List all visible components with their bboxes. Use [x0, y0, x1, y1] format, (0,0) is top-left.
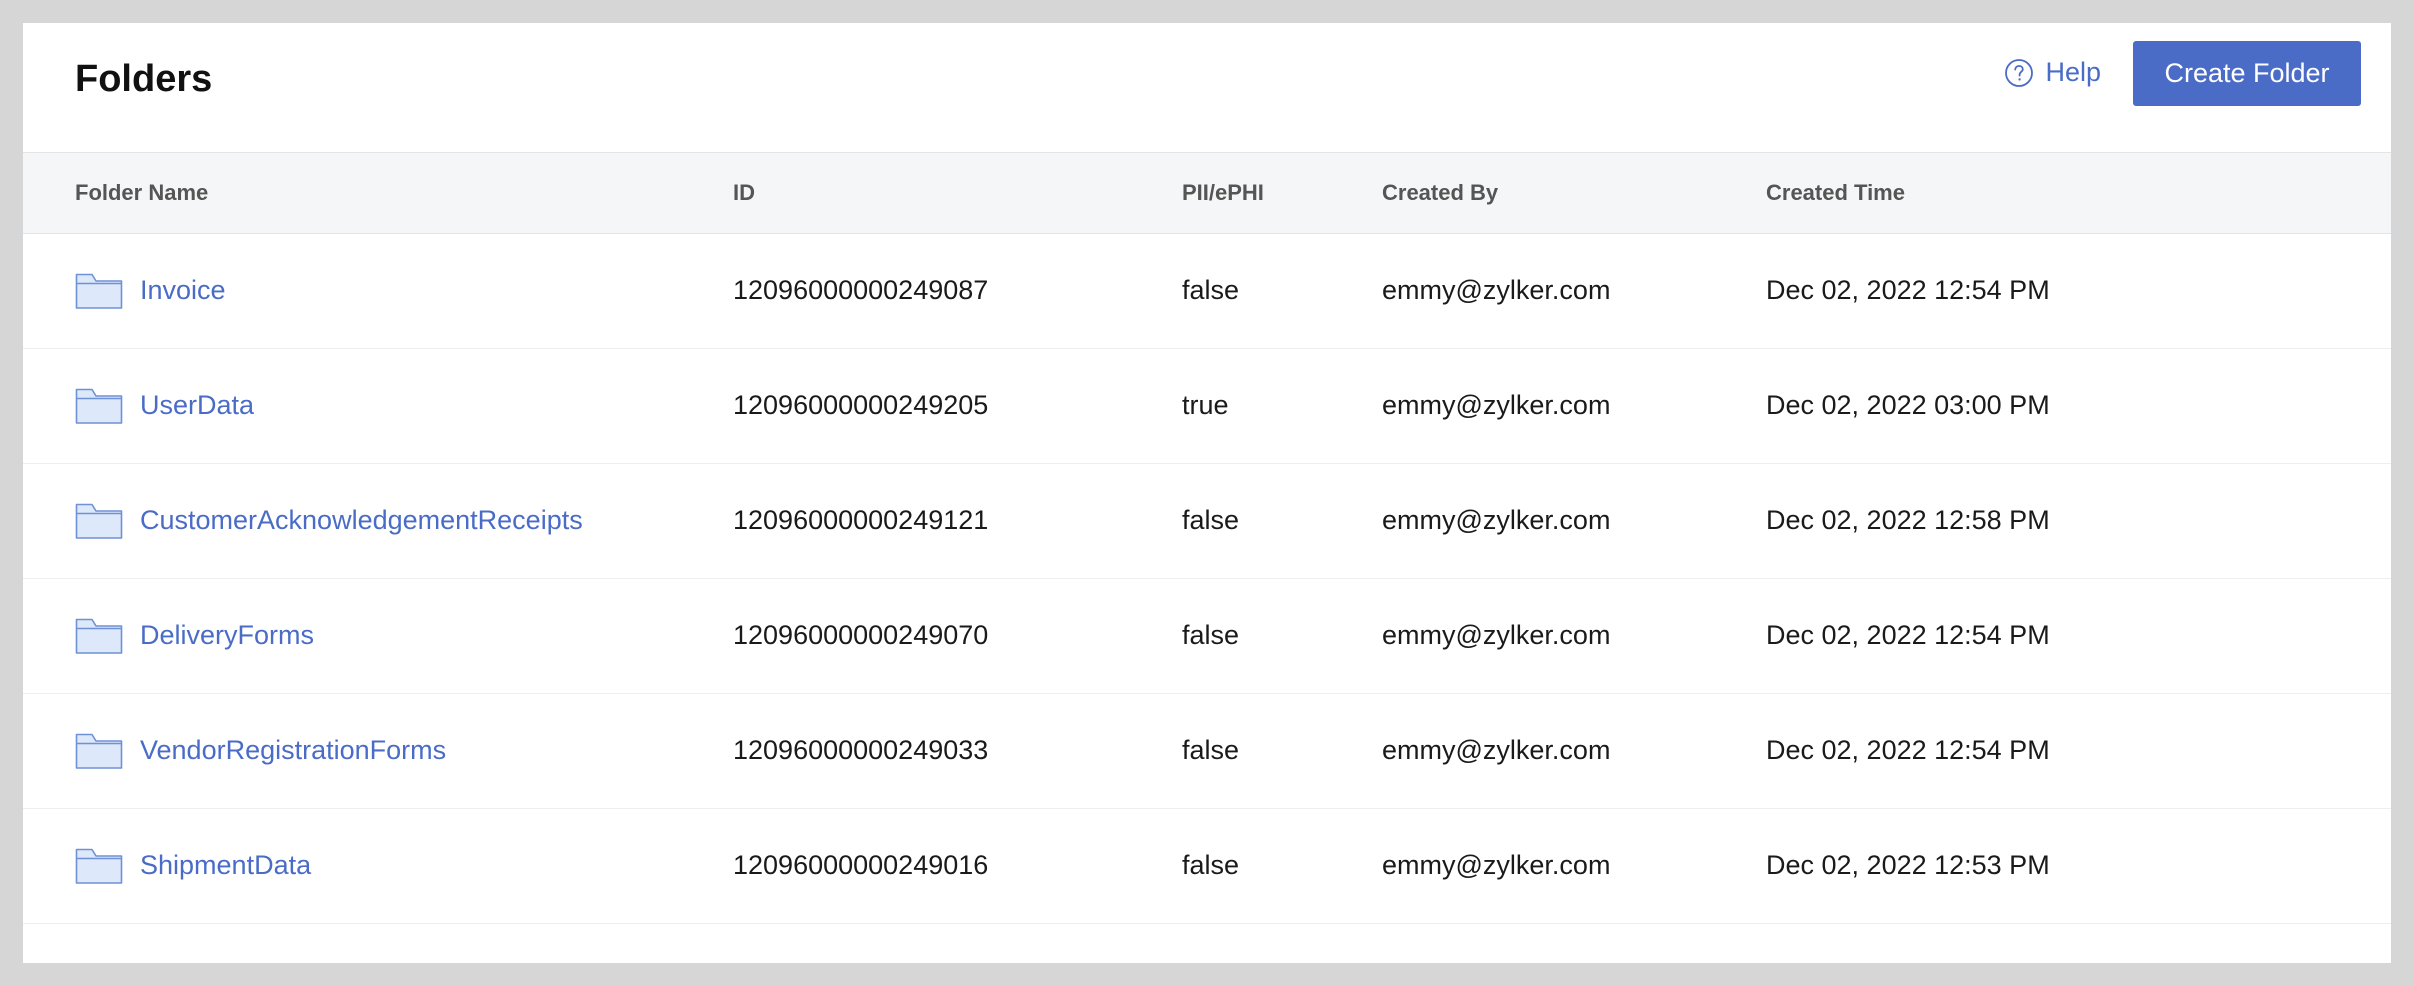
folder-name-link[interactable]: Invoice	[140, 275, 226, 306]
pii-cell: false	[1182, 505, 1240, 535]
folder-id-cell: 12096000000249205	[733, 390, 989, 420]
created-time-cell: Dec 02, 2022 12:58 PM	[1766, 505, 2050, 535]
folder-id-cell: 12096000000249033	[733, 735, 989, 765]
folder-name-cell: CustomerAcknowledgementReceipts	[23, 463, 733, 578]
folder-id-cell: 12096000000249016	[733, 850, 989, 880]
folder-icon	[75, 502, 123, 540]
table-row[interactable]: DeliveryForms 12096000000249070 false em…	[23, 578, 2391, 693]
folder-name-link[interactable]: CustomerAcknowledgementReceipts	[140, 505, 583, 536]
table-row[interactable]: Invoice 12096000000249087 false emmy@zyl…	[23, 233, 2391, 348]
created-time-cell: Dec 02, 2022 12:53 PM	[1766, 850, 2050, 880]
folder-name-wrap: VendorRegistrationForms	[75, 732, 733, 770]
folder-name-cell: ShipmentData	[23, 808, 733, 923]
folder-id-cell: 12096000000249070	[733, 620, 989, 650]
folder-name-link[interactable]: DeliveryForms	[140, 620, 314, 651]
created-by-cell: emmy@zylker.com	[1382, 275, 1611, 305]
folder-name-cell: DeliveryForms	[23, 578, 733, 693]
column-header-created-by[interactable]: Created By	[1382, 153, 1766, 233]
table-body: Invoice 12096000000249087 false emmy@zyl…	[23, 233, 2391, 923]
created-by-cell: emmy@zylker.com	[1382, 850, 1611, 880]
folder-icon	[75, 732, 123, 770]
help-link[interactable]: Help	[2004, 57, 2101, 88]
table-row[interactable]: VendorRegistrationForms 1209600000024903…	[23, 693, 2391, 808]
folder-icon	[75, 847, 123, 885]
page-title: Folders	[75, 58, 213, 100]
created-by-cell: emmy@zylker.com	[1382, 620, 1611, 650]
folders-panel: Folders Help Create Folder Folder Name I…	[23, 23, 2391, 963]
folder-icon	[75, 272, 123, 310]
folders-table: Folder Name ID PII/ePHI Created By Creat…	[23, 153, 2391, 924]
pii-cell: false	[1182, 735, 1240, 765]
folder-name-cell: Invoice	[23, 233, 733, 348]
table-row[interactable]: CustomerAcknowledgementReceipts 12096000…	[23, 463, 2391, 578]
folder-name-wrap: UserData	[75, 387, 733, 425]
folder-name-link[interactable]: ShipmentData	[140, 850, 311, 881]
created-by-cell: emmy@zylker.com	[1382, 390, 1611, 420]
folder-name-link[interactable]: UserData	[140, 390, 254, 421]
created-time-cell: Dec 02, 2022 12:54 PM	[1766, 275, 2050, 305]
help-label: Help	[2045, 57, 2101, 87]
created-time-cell: Dec 02, 2022 12:54 PM	[1766, 735, 2050, 765]
column-header-folder-name[interactable]: Folder Name	[23, 153, 733, 233]
table-row[interactable]: UserData 12096000000249205 true emmy@zyl…	[23, 348, 2391, 463]
pii-cell: false	[1182, 850, 1240, 880]
column-header-created-time[interactable]: Created Time	[1766, 153, 2391, 233]
folder-name-wrap: ShipmentData	[75, 847, 733, 885]
folder-id-cell: 12096000000249121	[733, 505, 989, 535]
folder-icon	[75, 617, 123, 655]
folder-id-cell: 12096000000249087	[733, 275, 989, 305]
column-header-id[interactable]: ID	[733, 153, 1182, 233]
created-time-cell: Dec 02, 2022 03:00 PM	[1766, 390, 2050, 420]
folder-name-wrap: DeliveryForms	[75, 617, 733, 655]
folder-name-wrap: CustomerAcknowledgementReceipts	[75, 502, 733, 540]
folder-name-cell: VendorRegistrationForms	[23, 693, 733, 808]
folder-icon	[75, 387, 123, 425]
folder-name-cell: UserData	[23, 348, 733, 463]
pii-cell: true	[1182, 390, 1229, 420]
created-by-cell: emmy@zylker.com	[1382, 505, 1611, 535]
created-time-cell: Dec 02, 2022 12:54 PM	[1766, 620, 2050, 650]
created-by-cell: emmy@zylker.com	[1382, 735, 1611, 765]
table-header-row: Folder Name ID PII/ePHI Created By Creat…	[23, 153, 2391, 233]
folder-name-link[interactable]: VendorRegistrationForms	[140, 735, 446, 766]
table-row[interactable]: ShipmentData 12096000000249016 false emm…	[23, 808, 2391, 923]
pii-cell: false	[1182, 620, 1240, 650]
column-header-pii[interactable]: PII/ePHI	[1182, 153, 1382, 233]
folder-name-wrap: Invoice	[75, 272, 733, 310]
pii-cell: false	[1182, 275, 1240, 305]
create-folder-button[interactable]: Create Folder	[2133, 41, 2361, 106]
question-circle-icon	[2004, 58, 2034, 88]
page-header: Folders Help Create Folder	[23, 23, 2391, 153]
